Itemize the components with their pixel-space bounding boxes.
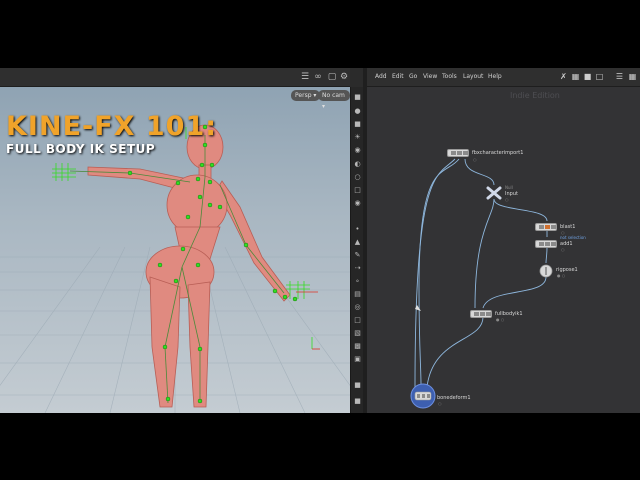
network-editor-pane: Add Edit Go View Tools Layout Help ✗ ▦ ■… [367, 68, 640, 413]
bounding-box-icon[interactable]: □ [353, 316, 362, 324]
maximize-icon[interactable]: ▢ [327, 72, 337, 82]
menu-tools[interactable]: Tools [442, 73, 457, 80]
viewport-canvas[interactable]: KINE-FX 101: FULL BODY IK SETUP [0, 87, 350, 413]
normals-icon[interactable]: ⇢ [353, 264, 362, 272]
rigpose-node-flags: ● ○ [557, 273, 566, 278]
primitive-icon[interactable]: ▲ [353, 238, 362, 246]
input-node-flags: ○ [505, 197, 509, 202]
menu-layout[interactable]: Layout [463, 73, 483, 80]
menu-add[interactable]: Add [375, 73, 387, 80]
visibility-icon[interactable]: ◉ [353, 146, 362, 154]
viewport-side-toolbar: ■ ● ■ ☀ ◉ ◐ ○ □ ◉ • ▲ ✎ ⇢ ∘ ▤ ◎ □ ▧ ▩ ▣ … [350, 87, 363, 413]
houdini-window: ☰ ∞ ▢ ⚙ KINE-FX 101: FULL BODY IK SETUP … [0, 68, 640, 413]
background-icon[interactable]: □ [353, 186, 362, 194]
lock-icon[interactable]: ● [353, 107, 362, 115]
input-node-type: Null [505, 185, 513, 190]
pin-icon[interactable]: ∞ [313, 72, 323, 82]
pencil-icon[interactable]: ✎ [353, 251, 362, 259]
menu-edit[interactable]: Edit [392, 73, 404, 80]
network-canvas[interactable]: Indie Edition fbxcharacterimport1 ○ Null… [367, 87, 640, 413]
shape-icon[interactable]: □ [595, 72, 604, 81]
menu-icon[interactable]: ☰ [300, 72, 310, 82]
overlay-title: KINE-FX 101: [6, 111, 218, 142]
tree-view-icon[interactable]: ▦ [628, 72, 637, 81]
fbxcharacterimport-label: fbxcharacterimport1 [472, 150, 524, 156]
bonedeform-node-label: bonedeform1 [437, 395, 471, 401]
menu-help[interactable]: Help [488, 73, 502, 80]
color-icon[interactable]: ■ [583, 72, 592, 81]
menu-go[interactable]: Go [409, 73, 417, 80]
settings-icon[interactable]: ⚙ [339, 72, 349, 82]
snapshot-icon[interactable]: ◉ [353, 199, 362, 207]
view-options-icon[interactable]: ■ [353, 381, 362, 389]
vertex-icon[interactable]: ∘ [353, 277, 362, 285]
blast-node-group: not selection [560, 235, 586, 240]
add-node-flags: ○ [561, 247, 565, 252]
wireframe-icon[interactable]: ▧ [353, 329, 362, 337]
grid-snap-icon[interactable]: ▦ [571, 72, 580, 81]
guide-icon[interactable]: ▣ [353, 355, 362, 363]
ghost-icon[interactable]: ◎ [353, 303, 362, 311]
fullbodyik-node-flags: ● ○ [496, 317, 505, 322]
camera-dropdown[interactable]: No cam ▾ [318, 90, 350, 110]
blast-node[interactable] [535, 223, 557, 231]
point-icon[interactable]: • [353, 225, 362, 233]
input-null-node[interactable] [486, 186, 502, 200]
fullbodyik-node[interactable] [470, 310, 492, 318]
template-icon[interactable]: ▩ [353, 342, 362, 350]
camera-icon[interactable]: ■ [353, 120, 362, 128]
scene-viewport-pane: ☰ ∞ ▢ ⚙ KINE-FX 101: FULL BODY IK SETUP … [0, 68, 350, 413]
bonedeform-node-flags: ○ [438, 401, 442, 406]
perspective-dropdown[interactable]: Persp ▾ [291, 90, 321, 101]
node-wires [414, 158, 548, 388]
list-view-icon[interactable]: ☰ [615, 72, 624, 81]
add-node[interactable] [535, 240, 557, 248]
overlay-subtitle: FULL BODY IK SETUP [6, 142, 156, 156]
display-options-icon[interactable]: ■ [353, 93, 362, 101]
tools-icon[interactable]: ✗ [559, 72, 568, 81]
bonedeform-node[interactable] [410, 383, 436, 409]
rigpose-node[interactable] [539, 264, 553, 278]
light-icon[interactable]: ☀ [353, 133, 362, 141]
fbxcharacterimport-node[interactable] [447, 149, 469, 157]
uv-icon[interactable]: ▤ [353, 290, 362, 298]
letterbox-bottom [0, 413, 640, 480]
fbxcharacterimport-flags: ○ [473, 157, 477, 162]
network-menubar: Add Edit Go View Tools Layout Help ✗ ▦ ■… [367, 68, 640, 87]
bulb-icon[interactable]: ○ [353, 173, 362, 181]
frame-icon[interactable]: ■ [353, 397, 362, 405]
menu-view[interactable]: View [423, 73, 437, 80]
letterbox-top [0, 0, 640, 68]
shading-icon[interactable]: ◐ [353, 160, 362, 168]
viewport-topbar: ☰ ∞ ▢ ⚙ [0, 68, 350, 87]
